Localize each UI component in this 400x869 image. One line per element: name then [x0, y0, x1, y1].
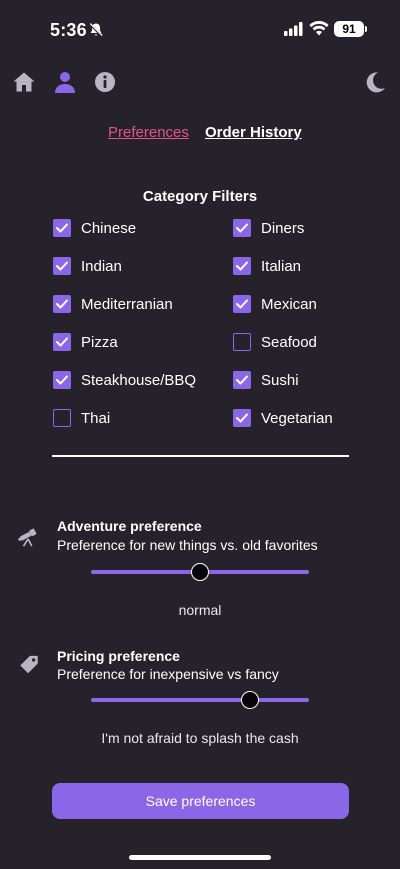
pricing-preference-description: Preference for inexpensive vs fancy [57, 666, 279, 682]
filter-label: Mediterranian [81, 295, 173, 313]
filter-label: Vegetarian [261, 409, 333, 427]
filter-label: Sushi [261, 371, 299, 389]
filter-seafood[interactable]: Seafood [233, 333, 317, 351]
slider-thumb[interactable] [191, 563, 209, 581]
checkbox-checked[interactable] [53, 257, 71, 275]
pricing-preference-title: Pricing preference [57, 648, 180, 664]
checkbox-unchecked[interactable] [233, 333, 251, 351]
filter-label: Italian [261, 257, 302, 275]
adventure-preference-description: Preference for new things vs. old favori… [57, 537, 318, 553]
status-time: 5:36 [50, 20, 87, 40]
checkbox-checked[interactable] [233, 257, 251, 275]
info-icon[interactable] [93, 70, 117, 94]
filter-mediterranian[interactable]: Mediterranian [53, 295, 173, 313]
filter-steakhouse-bbq[interactable]: Steakhouse/BBQ [53, 371, 196, 389]
checkbox-checked[interactable] [233, 295, 251, 313]
filter-diners[interactable]: Diners [233, 219, 304, 237]
adventure-value-label: normal [178, 602, 222, 618]
filter-label: Indian [81, 257, 122, 275]
filter-sushi[interactable]: Sushi [233, 371, 299, 389]
filter-label: Thai [81, 409, 111, 427]
filter-italian[interactable]: Italian [233, 257, 301, 275]
slider-thumb[interactable] [241, 691, 260, 709]
moon-icon[interactable] [363, 70, 387, 94]
filter-label: Steakhouse/BBQ [81, 371, 197, 389]
top-nav [0, 64, 400, 100]
tab-preferences[interactable]: Preferences [108, 124, 189, 141]
adventure-preference-title: Adventure preference [57, 518, 202, 534]
checkbox-unchecked[interactable] [53, 409, 71, 427]
section-divider [52, 455, 349, 457]
slider-track[interactable] [91, 698, 309, 702]
pricing-slider[interactable] [91, 689, 309, 711]
filter-mexican[interactable]: Mexican [233, 295, 317, 313]
filter-label: Pizza [81, 333, 118, 351]
checkbox-checked[interactable] [233, 409, 251, 427]
price-tag-icon [20, 655, 38, 674]
checkbox-checked[interactable] [53, 371, 71, 389]
battery-indicator: 91 [334, 21, 364, 37]
filter-vegetarian[interactable]: Vegetarian [233, 409, 333, 427]
checkbox-checked[interactable] [53, 295, 71, 313]
filter-chinese[interactable]: Chinese [53, 219, 136, 237]
category-filters-title: Category Filters [142, 188, 258, 205]
bell-muted-icon [89, 23, 103, 37]
filter-label: Diners [261, 219, 305, 237]
telescope-icon [18, 528, 37, 547]
home-indicator [129, 855, 271, 860]
wifi-icon [309, 21, 329, 36]
user-icon[interactable] [53, 70, 77, 94]
adventure-slider[interactable] [91, 561, 309, 583]
filter-label: Chinese [81, 219, 137, 237]
pricing-value-label: I'm not afraid to splash the cash [101, 730, 299, 746]
checkbox-checked[interactable] [53, 333, 71, 351]
battery-tip [365, 26, 367, 32]
checkbox-checked[interactable] [53, 219, 71, 237]
filter-pizza[interactable]: Pizza [53, 333, 118, 351]
filter-indian[interactable]: Indian [53, 257, 122, 275]
checkbox-checked[interactable] [233, 219, 251, 237]
tab-bar: Preferences Order History [0, 124, 400, 144]
cellular-signal-icon [284, 22, 303, 36]
filter-label: Mexican [261, 295, 317, 313]
home-icon[interactable] [12, 70, 36, 94]
tab-order-history[interactable]: Order History [205, 124, 302, 141]
filter-label: Seafood [261, 333, 317, 351]
save-preferences-button[interactable]: Save preferences [52, 783, 349, 819]
status-bar: 5:36 91 [0, 0, 400, 56]
filter-thai[interactable]: Thai [53, 409, 110, 427]
checkbox-checked[interactable] [233, 371, 251, 389]
